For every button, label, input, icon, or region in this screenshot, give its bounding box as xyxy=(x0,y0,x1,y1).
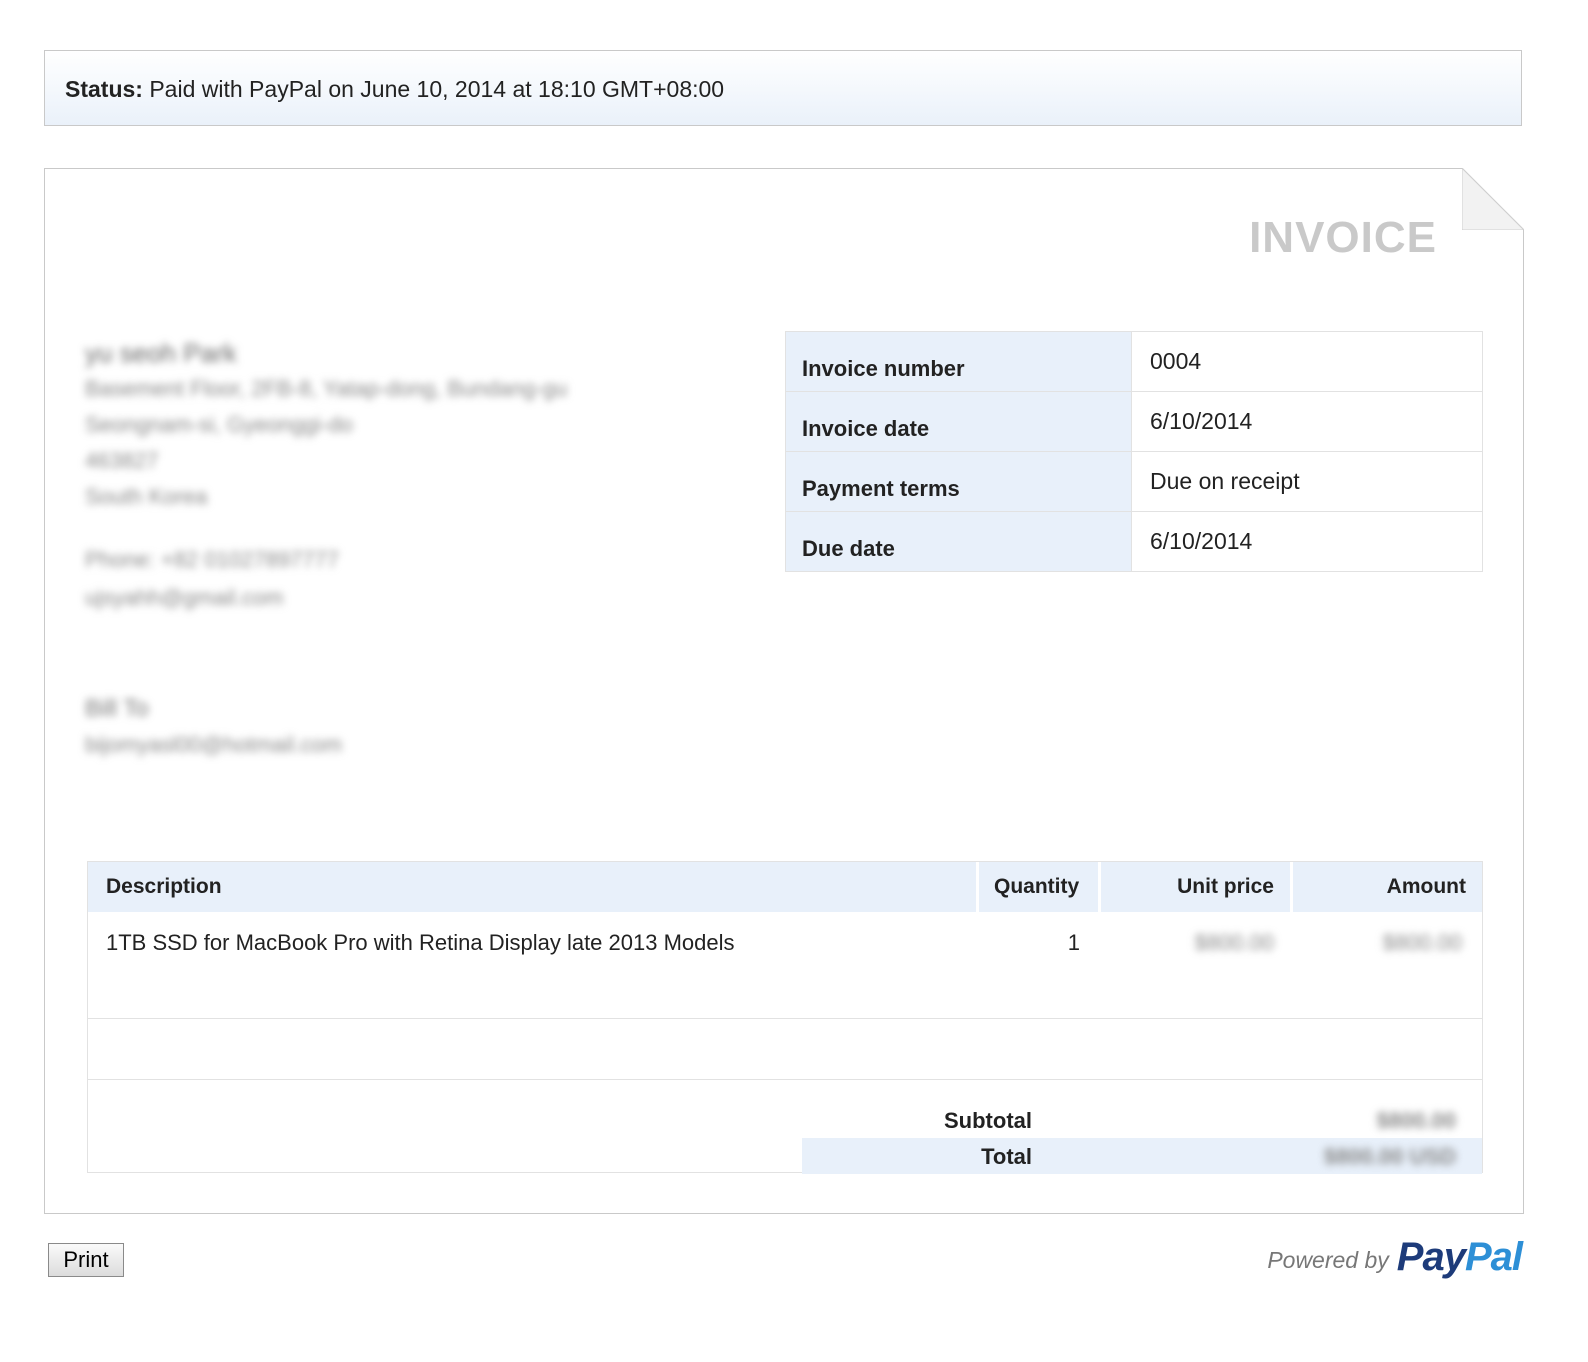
subtotal-row: Subtotal $800.00 xyxy=(802,1102,1482,1138)
sender-phone: Phone: +82 01027897777 xyxy=(85,547,339,572)
item-unit-price: $800.00 xyxy=(1194,930,1274,955)
meta-row-payment-terms: Payment terms Due on receipt xyxy=(785,451,1483,512)
header-divider xyxy=(1098,862,1101,912)
bill-to-email: bijomyasl00@hotmail.com xyxy=(85,732,343,757)
sender-country: South Korea xyxy=(85,484,208,509)
sender-name: yu seoh Park xyxy=(85,338,237,368)
meta-label: Invoice number xyxy=(785,331,1132,392)
item-quantity: 1 xyxy=(1067,930,1080,955)
sender-email: ujsyahh@gmail.com xyxy=(85,585,284,610)
paypal-logo-pal: Pal xyxy=(1464,1234,1523,1279)
meta-value: 6/10/2014 xyxy=(1131,511,1483,572)
totals-section: Subtotal $800.00 Total $800.00 USD xyxy=(802,1082,1482,1174)
powered-by-text: Powered by xyxy=(1267,1246,1389,1273)
sender-contact: Phone: +82 01027897777 ujsyahh@gmail.com xyxy=(85,541,339,617)
meta-value: 0004 xyxy=(1131,331,1483,392)
sender-address-line2: Seongnam-si, Gyeonggi-do xyxy=(85,412,353,437)
print-button[interactable]: Print xyxy=(48,1243,124,1277)
header-divider xyxy=(976,862,979,912)
paypal-logo-pay: Pay xyxy=(1396,1234,1466,1279)
item-amount: $800.00 xyxy=(1382,930,1462,955)
meta-label: Due date xyxy=(785,511,1132,572)
table-row: 1TB SSD for MacBook Pro with Retina Disp… xyxy=(88,912,1482,1019)
bill-to-label: Bill To xyxy=(85,695,149,722)
paypal-logo: PayPal xyxy=(1396,1234,1523,1280)
meta-value: Due on receipt xyxy=(1131,451,1483,512)
meta-row-invoice-date: Invoice date 6/10/2014 xyxy=(785,391,1483,452)
status-text: Paid with PayPal on June 10, 2014 at 18:… xyxy=(149,76,725,102)
table-row-empty xyxy=(88,1019,1482,1080)
subtotal-value: $800.00 xyxy=(1376,1108,1456,1133)
invoice-title: INVOICE xyxy=(1249,213,1437,262)
page-curl-corner-icon xyxy=(1462,168,1524,230)
line-items-header: Description Quantity Unit price Amount xyxy=(88,862,1482,912)
header-unit-price: Unit price xyxy=(1177,875,1274,898)
sender-postal: 463827 xyxy=(85,448,159,473)
bill-to: Bill To bijomyasl00@hotmail.com xyxy=(85,691,342,763)
subtotal-label: Subtotal xyxy=(944,1108,1032,1133)
status-bar: Status: Paid with PayPal on June 10, 201… xyxy=(44,50,1522,126)
header-amount: Amount xyxy=(1386,875,1466,898)
header-description: Description xyxy=(106,875,222,898)
total-row: Total $800.00 USD xyxy=(802,1138,1482,1174)
meta-value: 6/10/2014 xyxy=(1131,391,1483,452)
meta-row-due-date: Due date 6/10/2014 xyxy=(785,511,1483,572)
invoice-meta-table: Invoice number 0004 Invoice date 6/10/20… xyxy=(785,331,1483,572)
header-quantity: Quantity xyxy=(994,875,1080,898)
line-items-table: Description Quantity Unit price Amount 1… xyxy=(87,861,1483,1174)
sender-address-line1: Basement Floor, 2FB-8, Yatap-dong, Bunda… xyxy=(85,376,568,401)
header-divider xyxy=(1290,862,1293,912)
meta-label: Invoice date xyxy=(785,391,1132,452)
meta-row-invoice-number: Invoice number 0004 xyxy=(785,331,1483,392)
invoice-card: INVOICE yu seoh Park Basement Floor, 2FB… xyxy=(44,168,1524,1214)
powered-by-paypal[interactable]: Powered by PayPal xyxy=(1267,1232,1523,1282)
meta-label: Payment terms xyxy=(785,451,1132,512)
item-description: 1TB SSD for MacBook Pro with Retina Disp… xyxy=(106,930,735,955)
sender-address: yu seoh Park Basement Floor, 2FB-8, Yata… xyxy=(85,335,567,515)
total-label: Total xyxy=(981,1144,1032,1169)
status-label: Status: xyxy=(65,76,143,102)
total-value: $800.00 USD xyxy=(1323,1144,1456,1169)
